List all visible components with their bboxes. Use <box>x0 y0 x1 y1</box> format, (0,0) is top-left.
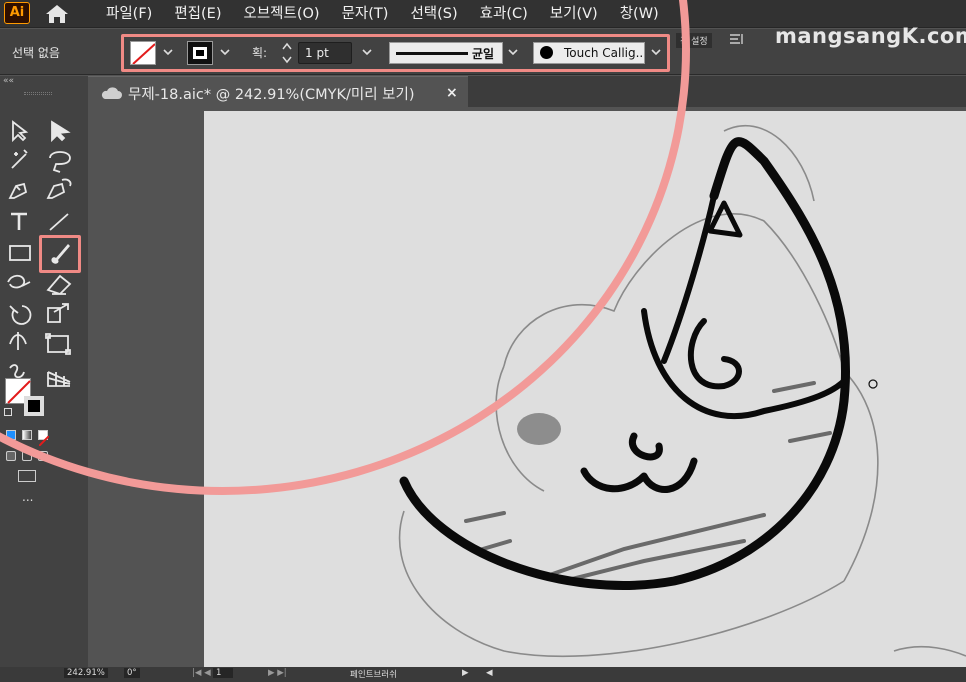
first-page-icon[interactable]: |◀ ◀ <box>192 668 211 678</box>
draw-normal-icon[interactable] <box>6 451 16 461</box>
status-bar: 242.91% 0° |◀ ◀ 1 ▶ ▶| 페인트브러쉬 ▶ ◀ <box>0 667 966 682</box>
illustrator-window: Ai 파일(F) 편집(E) 오브젝트(O) 문자(T) 선택(S) 효과(C)… <box>0 0 966 682</box>
edit-toolbar-more[interactable]: ... <box>22 490 33 504</box>
watermark: mangsangK.com <box>775 24 966 48</box>
arrange-icon[interactable] <box>728 31 746 47</box>
page-field[interactable]: 1 <box>213 668 234 678</box>
rotation-field[interactable]: 0° <box>124 668 140 678</box>
status-arrow-icon[interactable]: ▶ <box>462 668 469 678</box>
screen-mode-icon[interactable] <box>18 470 36 482</box>
current-tool-label: 페인트브러쉬 <box>350 670 397 680</box>
next-page-icon[interactable]: ▶ ▶| <box>268 668 287 678</box>
zoom-field[interactable]: 242.91% <box>64 668 108 678</box>
scroll-left-icon[interactable]: ◀ <box>486 668 493 678</box>
